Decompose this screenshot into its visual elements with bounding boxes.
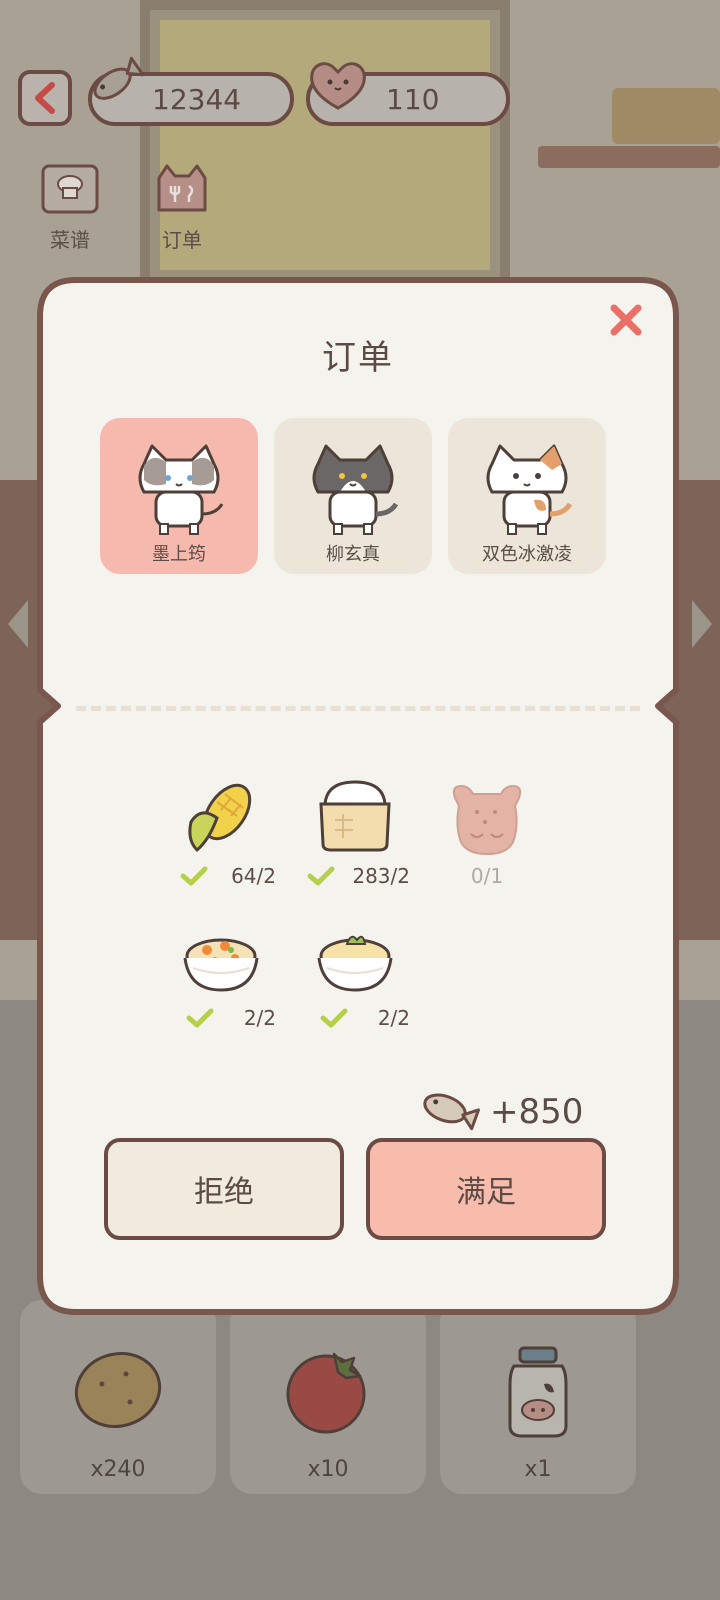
order-cat-icon [157,164,207,212]
fish-currency-value: 12344 [152,82,242,116]
heart-icon [310,62,366,110]
order-reward: +850 [418,1086,583,1138]
requirement-fried-rice: 2/2 [166,928,276,1030]
heart-currency-value: 110 [386,82,440,116]
requirement-bear-cookie: 0/1 [432,776,542,888]
requirement-corn-value: 64/2 [231,864,276,888]
requirement-mashed-potato-count: 2/2 [300,1006,410,1030]
tomato-icon [286,1352,366,1434]
fish-icon [423,1093,480,1131]
ticket-divider [76,706,640,711]
customer-card-3[interactable]: 双色冰激凌 [448,418,606,574]
customer-name-2: 柳玄真 [326,544,380,565]
prev-arrow-icon [8,600,28,648]
requirement-mashed-potato-value: 2/2 [377,1006,410,1030]
check-icon [307,866,335,886]
fried-rice-bowl-icon [183,938,259,992]
milk-qty: x1 [524,1457,552,1482]
order-menu-label: 订单 [162,228,202,252]
customer-list: 墨上筠 柳玄真 双色冰激凌 [100,418,610,576]
recipe-book-icon [41,164,99,214]
tomato-qty: x10 [307,1457,349,1482]
dialog-title: 订单 [322,338,394,378]
requirement-fried-rice-value: 2/2 [243,1006,276,1030]
fish-icon [93,56,144,100]
check-icon [320,1008,348,1028]
customer-card-2[interactable]: 柳玄真 [274,418,432,574]
requirement-fried-rice-count: 2/2 [166,1006,276,1030]
inventory-slot-potato[interactable]: x240 [20,1300,216,1494]
reject-button[interactable]: 拒绝 [104,1138,344,1240]
next-arrow-icon [692,600,712,648]
inventory-slot-tomato[interactable]: x10 [230,1300,426,1494]
close-icon[interactable] [606,300,646,340]
inventory-slot-milk[interactable]: x1 [440,1300,636,1494]
requirement-mashed-potato: 2/2 [300,928,410,1030]
recipe-menu-button[interactable]: 菜谱 [30,160,110,253]
requirement-flour: 283/2 [300,776,410,888]
books-on-shelf [612,88,720,144]
requirement-flour-count: 283/2 [300,864,410,888]
back-arrow-icon [35,82,55,114]
order-menu-button[interactable]: 订单 [142,160,222,253]
requirement-corn-count: 64/2 [166,864,276,888]
customer-card-1[interactable]: 墨上筠 [100,418,258,574]
ragdoll-cat-icon [138,444,224,535]
heart-currency-counter: 110 [306,62,510,126]
corn-icon [188,783,252,853]
requirement-bear-cookie-count: 0/1 [432,864,542,888]
tuxedo-cat-icon [312,444,399,535]
customer-name-1: 墨上筠 [152,544,206,565]
reward-value: +850 [490,1092,584,1132]
mashed-potato-bowl-icon [317,935,393,992]
wall-shelf [538,146,720,168]
calico-cat-icon [486,444,573,535]
recipe-menu-label: 菜谱 [50,228,90,252]
bear-cookie-icon [452,784,522,856]
flour-bag-icon [319,780,391,852]
requirement-flour-value: 283/2 [352,864,410,888]
requirement-bear-cookie-value: 0/1 [470,864,504,888]
requirement-corn: 64/2 [166,776,276,888]
check-icon [186,1008,214,1028]
fish-currency-counter: 12344 [88,56,294,126]
milk-jar-icon [508,1346,568,1438]
potato-icon [74,1352,162,1428]
fulfill-button[interactable]: 满足 [366,1138,606,1240]
customer-name-3: 双色冰激凌 [482,544,572,565]
potato-qty: x240 [90,1457,146,1482]
check-icon [180,866,208,886]
back-button[interactable] [18,70,72,126]
order-dialog: 订单 墨上筠 柳玄真 双色冰激凌 64/2 283/2 0/1 2/2 2/2 … [36,276,680,1316]
